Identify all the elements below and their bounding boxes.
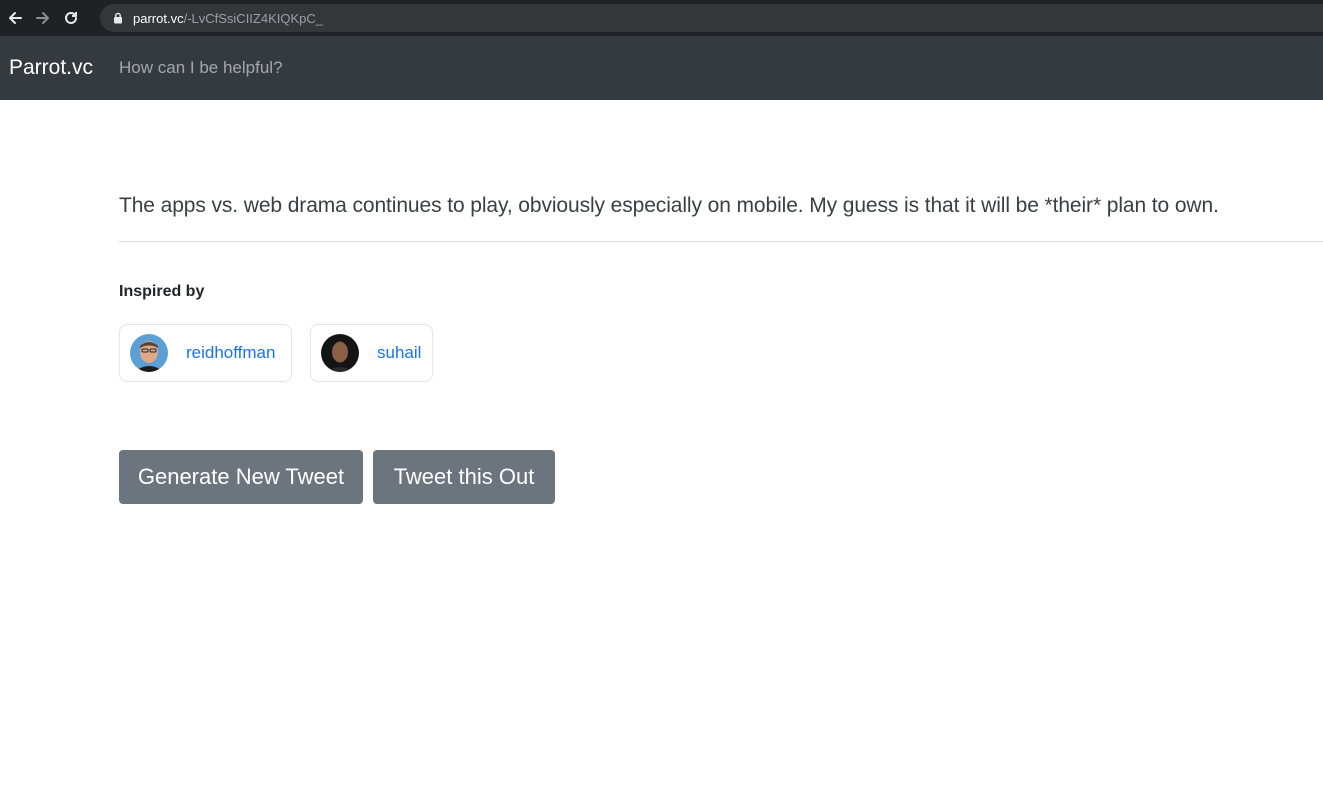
brand-logo[interactable]: Parrot.vc [9,56,93,80]
lock-icon [114,12,122,24]
nav-link-helpful[interactable]: How can I be helpful? [119,58,283,78]
reload-icon [65,11,77,24]
generate-new-tweet-button[interactable]: Generate New Tweet [119,450,363,504]
site-navbar: Parrot.vc How can I be helpful? [0,36,1323,100]
divider [119,241,1323,242]
avatar [130,334,168,372]
forward-button[interactable] [30,5,56,31]
url-path: /-LvCfSsiCIIZ4KIQKpC_ [183,10,324,26]
inspired-by-heading: Inspired by [119,283,205,300]
reload-button[interactable] [58,5,84,31]
address-bar[interactable]: parrot.vc/-LvCfSsiCIIZ4KIQKpC_ [100,4,1323,32]
arrow-right-icon [36,12,49,24]
tweet-this-out-button[interactable]: Tweet this Out [373,450,555,504]
back-button[interactable] [2,5,28,31]
generated-tweet-text: The apps vs. web drama continues to play… [119,194,1219,217]
arrow-left-icon [9,12,22,24]
inspirer-handle[interactable]: suhail [377,343,421,363]
inspirer-card-suhail[interactable]: suhail [310,324,433,382]
avatar [321,334,359,372]
inspirer-card-reidhoffman[interactable]: reidhoffman [119,324,292,382]
browser-toolbar: parrot.vc/-LvCfSsiCIIZ4KIQKpC_ [0,0,1323,36]
url-domain: parrot.vc [133,10,184,26]
inspirer-handle[interactable]: reidhoffman [186,343,275,363]
